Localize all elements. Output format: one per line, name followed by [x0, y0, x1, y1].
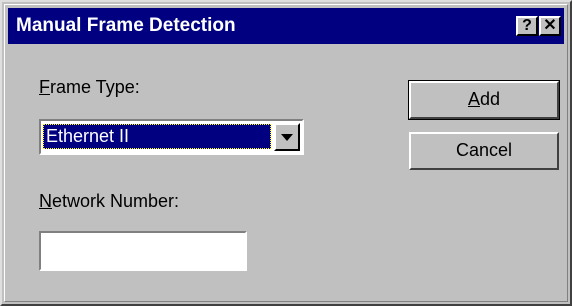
network-number-label: Network Number: [39, 191, 179, 212]
cancel-button-label: Cancel [455, 140, 513, 160]
network-number-label-text: etwork Number: [52, 191, 180, 211]
add-button-mnemonic: A [467, 89, 480, 109]
frame-type-dropdown-button[interactable] [274, 123, 300, 151]
close-button[interactable]: ✕ [539, 16, 561, 36]
title-bar[interactable]: Manual Frame Detection ? ✕ [8, 8, 564, 44]
frame-type-label-mnemonic: F [39, 77, 50, 97]
close-icon: ✕ [543, 17, 557, 34]
frame-type-selected-text: Ethernet II [46, 126, 130, 146]
help-button[interactable]: ? [516, 16, 538, 36]
dialog-title: Manual Frame Detection [16, 15, 236, 36]
add-button-label: dd [479, 89, 501, 109]
network-number-input[interactable] [39, 231, 247, 271]
network-number-label-mnemonic: N [39, 191, 52, 211]
add-button[interactable]: Add [408, 80, 560, 120]
frame-type-label: Frame Type: [39, 77, 140, 98]
frame-type-selected-value: Ethernet II [43, 124, 271, 149]
chevron-down-icon [281, 134, 293, 141]
frame-type-select[interactable]: Ethernet II [39, 119, 304, 155]
help-icon: ? [522, 17, 532, 34]
frame-type-label-text: rame Type: [50, 77, 140, 97]
manual-frame-detection-dialog: Manual Frame Detection ? ✕ Frame Type: E… [0, 0, 572, 306]
cancel-button[interactable]: Cancel [409, 132, 559, 170]
